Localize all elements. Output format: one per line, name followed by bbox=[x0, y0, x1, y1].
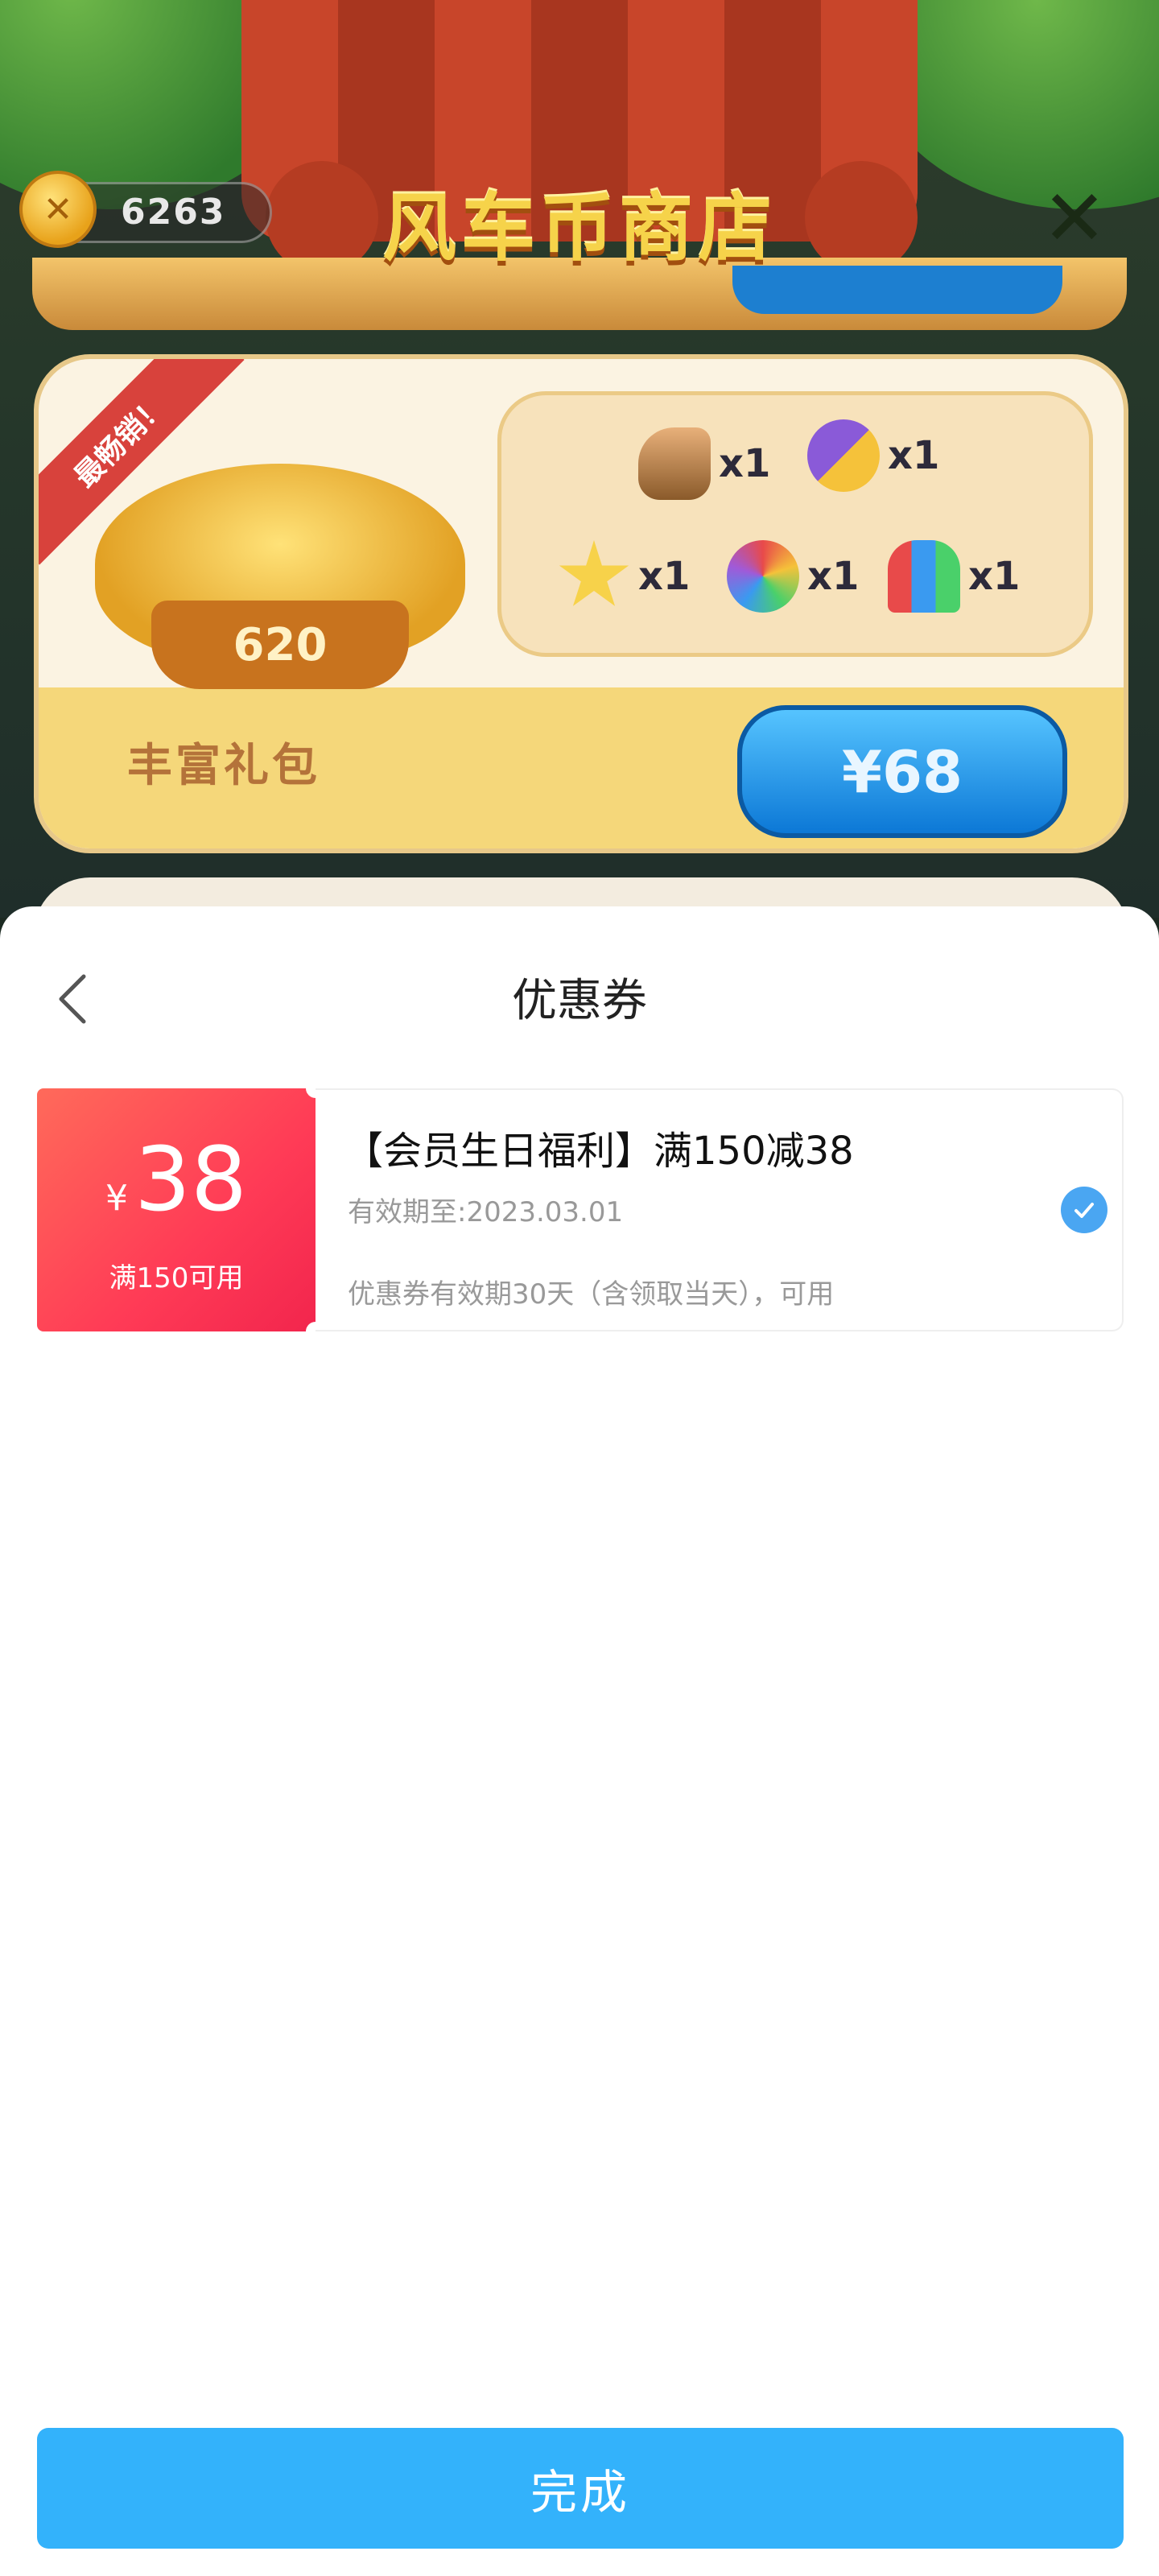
currency-symbol: ¥ bbox=[105, 1178, 128, 1219]
checkmark-icon bbox=[1074, 1203, 1094, 1218]
coupon-detail-panel: 【会员生日福利】满150减38 有效期至:2023.03.01 优惠券有效期30… bbox=[316, 1088, 1124, 1331]
coin-icon: ✕ bbox=[19, 171, 97, 248]
pack-item: x1 bbox=[638, 427, 770, 500]
item-qty: x1 bbox=[888, 433, 940, 478]
pack-item: x1 bbox=[807, 419, 939, 492]
pack-items: x1 x1 x1 x1 x1 bbox=[497, 391, 1093, 657]
coupon-condition: 满150可用 bbox=[109, 1262, 244, 1294]
pack-item: x1 bbox=[727, 540, 859, 613]
coupon-card[interactable]: ¥ 38 满150可用 【会员生日福利】满150减38 有效期至:2023.03… bbox=[37, 1079, 1124, 1341]
pack-item: x1 bbox=[558, 540, 690, 613]
coupon-expiry: 有效期至:2023.03.01 bbox=[348, 1196, 624, 1228]
pack-price-button[interactable]: ¥68 bbox=[737, 705, 1067, 838]
owl-chick-swap-icon bbox=[807, 419, 880, 492]
rockets-icon bbox=[888, 540, 960, 613]
gift-pack-card: 最畅销！ 620 x1 x1 x1 x1 x1 丰富礼包 ¥68 bbox=[34, 354, 1128, 853]
star-wand-icon bbox=[559, 540, 629, 606]
coin-amount: 620 bbox=[151, 601, 409, 689]
item-qty: x1 bbox=[719, 441, 771, 486]
sheet-title: 优惠券 bbox=[512, 975, 647, 1027]
coupon-title: 【会员生日福利】满150减38 bbox=[344, 1129, 854, 1174]
done-button[interactable]: 完成 bbox=[37, 2428, 1124, 2549]
shop-title: 风车币商店 bbox=[382, 184, 777, 271]
item-qty: x1 bbox=[638, 554, 691, 599]
pack-name: 丰富礼包 bbox=[127, 740, 320, 792]
coupon-amount: 38 bbox=[134, 1128, 247, 1231]
coin-balance: 6263 bbox=[121, 192, 226, 233]
hammer-icon bbox=[638, 427, 711, 500]
awning-scallop bbox=[805, 161, 918, 274]
coupon-sheet: 优惠券 ¥ 38 满150可用 【会员生日福利】满150减38 有效期至:202… bbox=[0, 906, 1159, 2576]
item-qty: x1 bbox=[968, 554, 1021, 599]
selected-check-icon[interactable] bbox=[1061, 1187, 1107, 1233]
coupon-description: 优惠券有效期30天（含领取当天），可用 bbox=[348, 1278, 835, 1311]
rainbow-owl-icon bbox=[727, 540, 799, 613]
close-icon[interactable]: ✕ bbox=[1038, 180, 1111, 257]
coupon-amount-panel: ¥ 38 满150可用 bbox=[37, 1088, 316, 1331]
game-shop-background: 风车币商店 ✕ 6263 ✕ 最畅销！ 620 x1 x1 x1 x1 x1 丰… bbox=[0, 0, 1159, 918]
coupon-amount-row: ¥ 38 bbox=[37, 1135, 316, 1224]
item-qty: x1 bbox=[807, 554, 860, 599]
pack-item: x1 bbox=[888, 540, 1020, 613]
